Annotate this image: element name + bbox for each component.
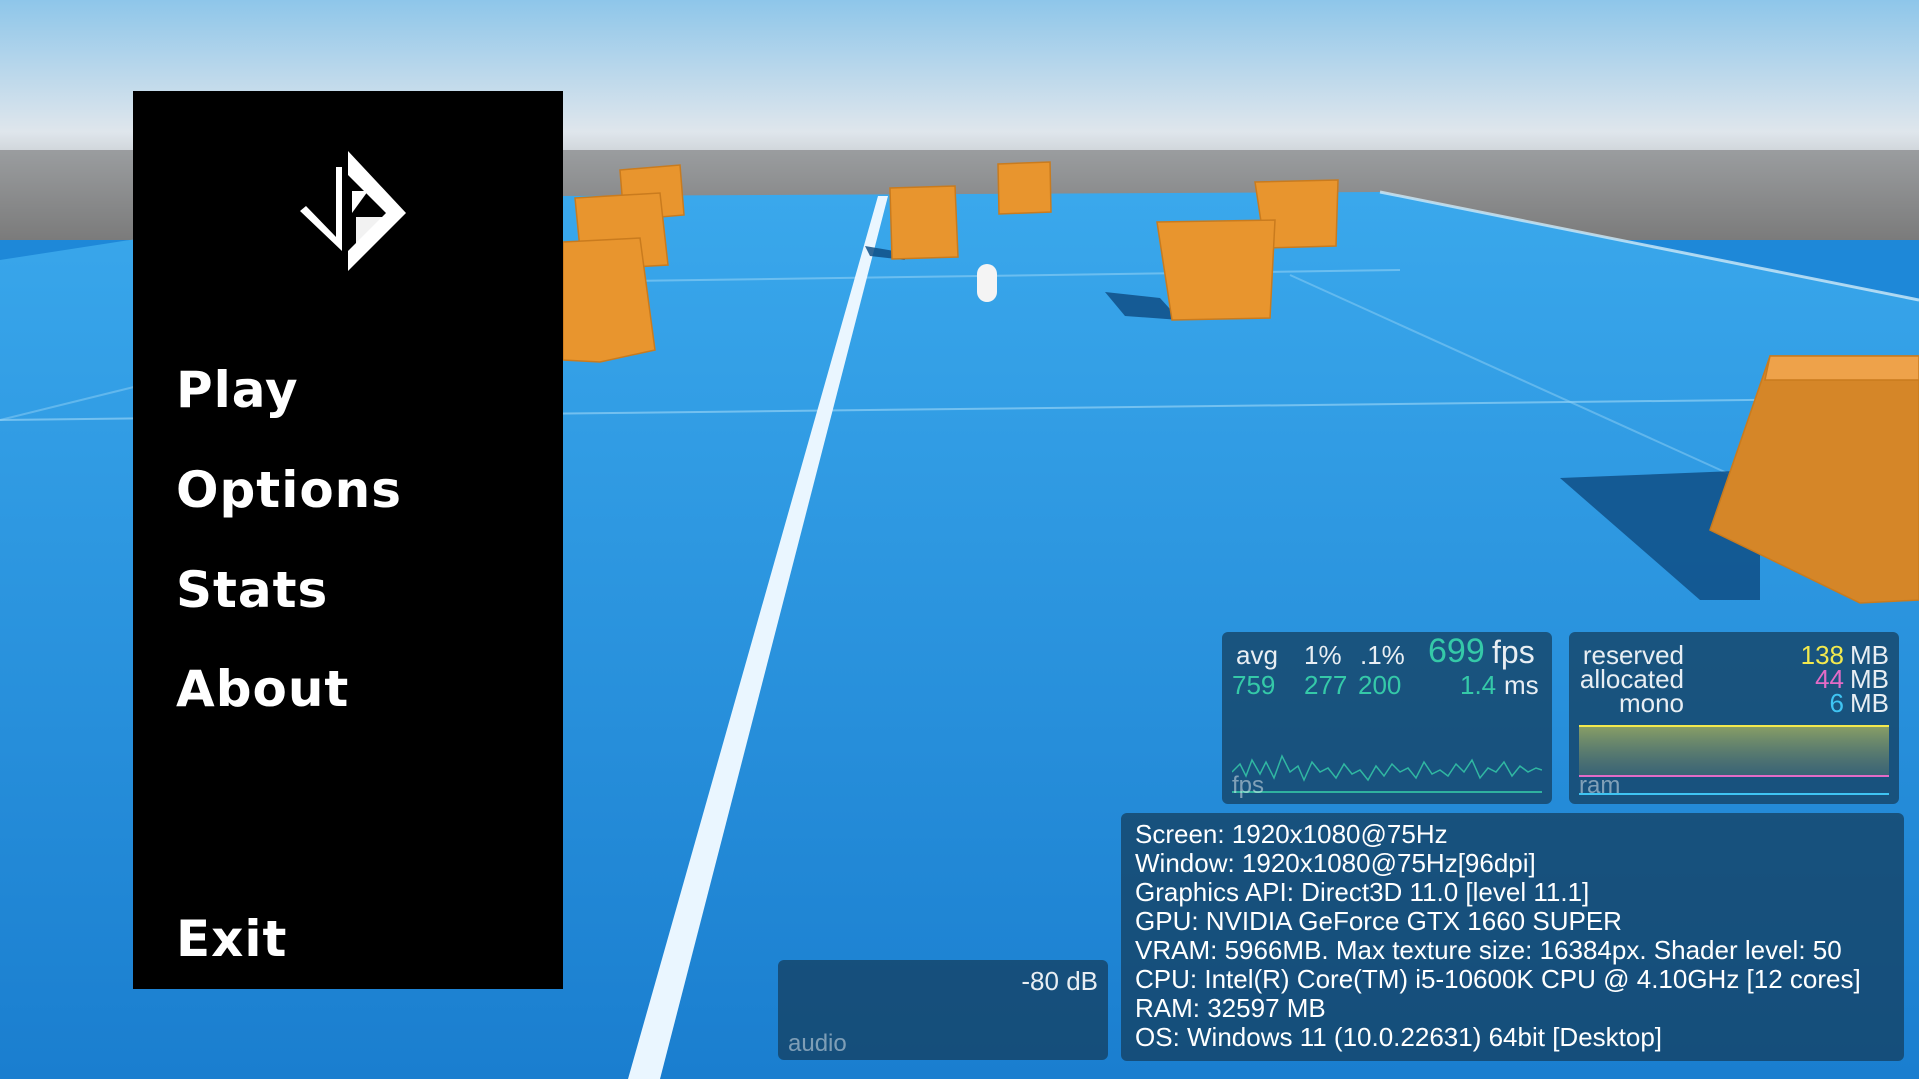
info-os: OS: Windows 11 (10.0.22631) 64bit [Deskt… — [1135, 1022, 1663, 1052]
play-button[interactable]: Play — [176, 365, 299, 415]
info-gpu: GPU: NVIDIA GeForce GTX 1660 SUPER — [1135, 906, 1622, 936]
options-button[interactable]: Options — [176, 465, 402, 515]
exit-button[interactable]: Exit — [176, 914, 287, 964]
ms-unit: ms — [1504, 670, 1539, 700]
ram-graph-label: ram — [1579, 772, 1621, 799]
info-vram: VRAM: 5966MB. Max texture size: 16384px.… — [1135, 935, 1842, 965]
low1-value: 277 — [1304, 670, 1348, 700]
ram-panel: reserved 138 MB allocated 44 MB mono 6 M… — [1569, 632, 1899, 804]
stats-button[interactable]: Stats — [176, 565, 328, 615]
low01-header: .1% — [1360, 640, 1405, 670]
fps-graph — [1232, 754, 1542, 793]
about-button[interactable]: About — [176, 664, 349, 714]
mono-label: mono — [1618, 688, 1684, 718]
mono-unit: MB — [1850, 688, 1889, 718]
fps-value: 699 — [1428, 632, 1485, 670]
low1-header: 1% — [1304, 640, 1342, 670]
audio-panel: -80 dB audio — [778, 960, 1108, 1060]
ram-graph — [1579, 725, 1889, 795]
low01-value: 200 — [1358, 670, 1402, 700]
fps-graph-label: fps — [1232, 772, 1265, 799]
fps-unit: fps — [1492, 634, 1535, 670]
mono-value: 6 — [1829, 688, 1844, 718]
avg-value: 759 — [1232, 670, 1276, 700]
info-screen: Screen: 1920x1080@75Hz — [1135, 819, 1448, 849]
player-capsule — [977, 264, 997, 302]
main-menu: Play Options Stats About Exit — [133, 91, 563, 989]
fps-panel: avg 1% .1% 699 fps 759 277 200 1.4 ms fp… — [1222, 632, 1552, 804]
game-logo-icon — [300, 151, 406, 271]
system-info-panel: Screen: 1920x1080@75Hz Window: 1920x1080… — [1121, 813, 1904, 1061]
info-ram: RAM: 32597 MB — [1135, 993, 1326, 1023]
ms-value: 1.4 — [1460, 670, 1497, 700]
info-graphics-api: Graphics API: Direct3D 11.0 [level 11.1] — [1135, 877, 1590, 907]
avg-header: avg — [1236, 640, 1278, 670]
audio-level: -80 dB — [1021, 966, 1098, 996]
audio-graph-label: audio — [788, 1030, 847, 1057]
info-cpu: CPU: Intel(R) Core(TM) i5-10600K CPU @ 4… — [1135, 964, 1861, 994]
info-window: Window: 1920x1080@75Hz[96dpi] — [1135, 848, 1536, 878]
